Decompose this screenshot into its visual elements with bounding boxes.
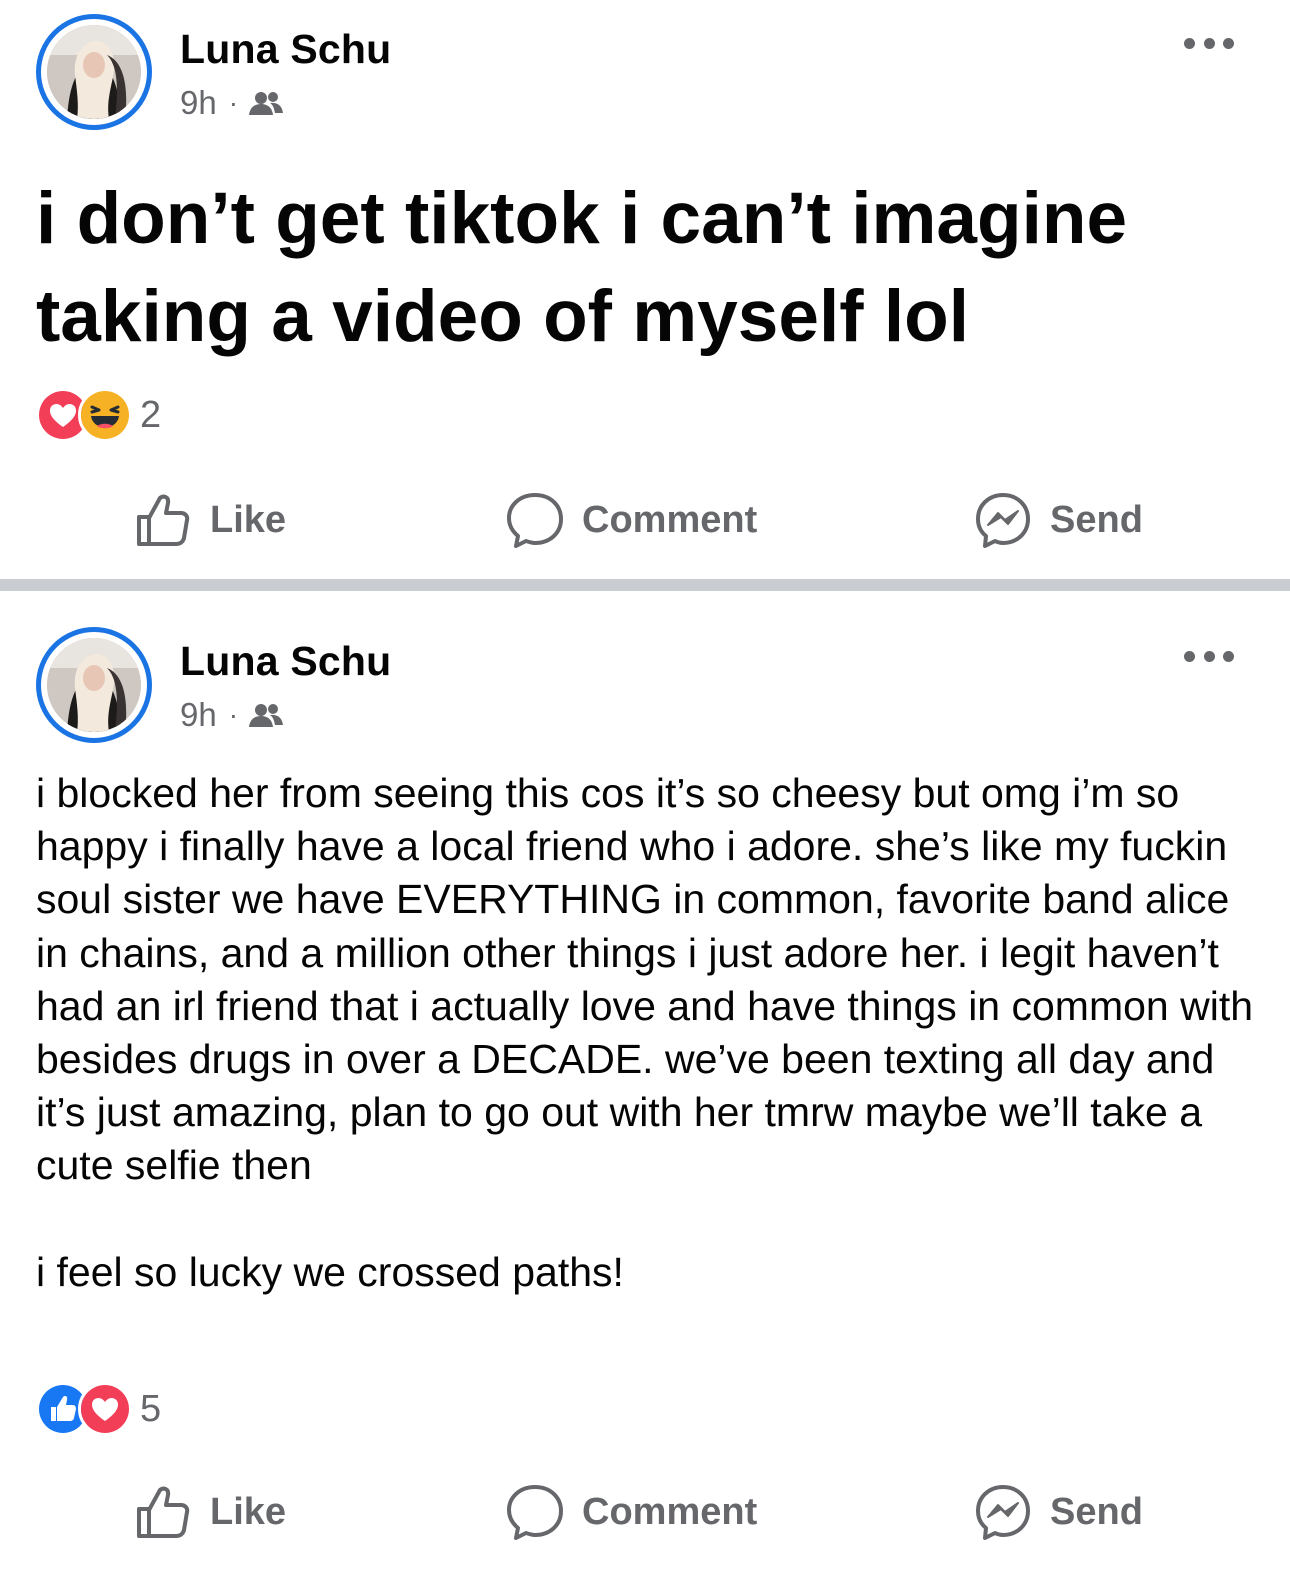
comment-button[interactable]: Comment [506,1472,757,1552]
thumbs-up-icon [137,494,190,546]
like-label: Like [210,1490,287,1533]
send-button[interactable]: Send [974,1472,1143,1552]
dot-icon [1223,650,1234,662]
like-button[interactable]: Like [134,480,286,560]
profile-photo [47,25,141,119]
post-actions: Like Comment Send [0,1472,1290,1552]
dot-icon [1203,650,1215,662]
avatar[interactable] [36,627,152,743]
reaction-summary[interactable]: 5 [36,1382,161,1436]
comment-icon [507,493,563,548]
post-meta: 9h · [180,696,284,734]
post-actions: Like Comment Send [0,480,1290,560]
post-time[interactable]: 9h [180,696,217,734]
more-options-button[interactable] [1184,649,1234,663]
post: Luna Schu 9h · i blocked her from seeing… [0,591,1290,1587]
thumbs-up-icon [137,1486,190,1538]
author-name[interactable]: Luna Schu [180,26,391,73]
comment-label: Comment [582,498,758,541]
reaction-summary[interactable]: 2 [36,388,161,442]
send-label: Send [1050,1490,1143,1533]
friends-icon [249,92,284,115]
messenger-icon [976,493,1030,548]
post-time[interactable]: 9h [180,84,217,122]
comment-button[interactable]: Comment [506,480,757,560]
send-button[interactable]: Send [974,480,1143,560]
dot-icon [1184,650,1195,662]
post-meta: 9h · [180,84,284,122]
reaction-count: 2 [140,393,162,436]
avatar[interactable] [36,14,152,130]
friends-icon [249,704,284,727]
comment-label: Comment [582,1490,758,1533]
reaction-count: 5 [140,1387,162,1430]
profile-photo [47,638,141,732]
meta-separator: · [228,699,239,730]
post-separator [0,579,1290,591]
post: Luna Schu 9h · i don’t get tiktok i can’… [0,0,1290,579]
send-label: Send [1050,498,1143,541]
messenger-icon [976,1485,1030,1540]
meta-separator: · [228,87,239,118]
post-text: i don’t get tiktok i can’t imagine takin… [36,178,1128,357]
dot-icon [1223,37,1234,49]
post-text: i blocked her from seeing this cos it’s … [36,770,1254,1295]
like-button[interactable]: Like [134,1472,286,1552]
love-reaction-icon [78,1382,132,1436]
dot-icon [1184,37,1195,49]
like-label: Like [210,498,287,541]
more-options-button[interactable] [1184,36,1234,50]
author-name[interactable]: Luna Schu [180,638,391,685]
profile-photo-image [47,638,141,732]
dot-icon [1203,37,1215,49]
profile-photo-image [47,25,141,119]
comment-icon [507,1485,563,1540]
haha-reaction-icon [78,388,132,442]
